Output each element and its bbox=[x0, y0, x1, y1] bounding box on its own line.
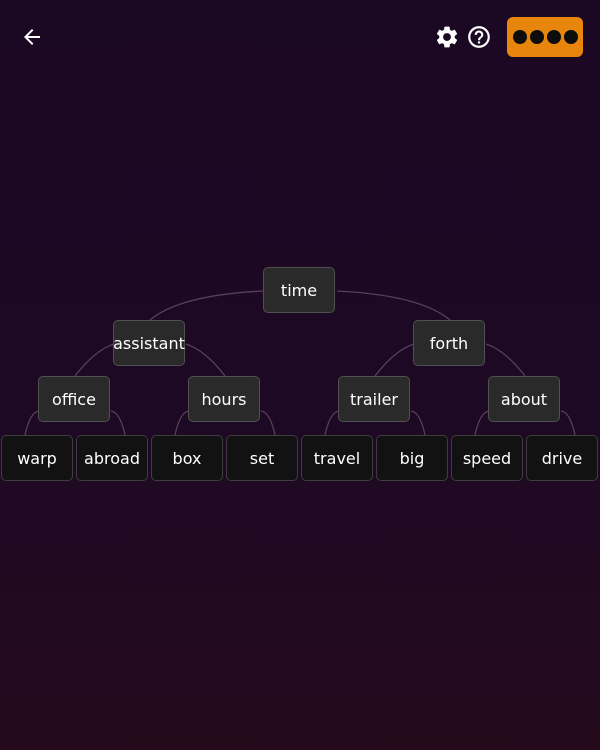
tree-node-level2[interactable]: office bbox=[38, 376, 110, 422]
tree-leaf[interactable]: drive bbox=[526, 435, 598, 481]
tree-connectors bbox=[24, 290, 576, 436]
tree-leaf[interactable]: box bbox=[151, 435, 223, 481]
tree-node-level2[interactable]: hours bbox=[188, 376, 260, 422]
tree-leaf[interactable]: big bbox=[376, 435, 448, 481]
tree-node-level2[interactable]: about bbox=[488, 376, 560, 422]
tree-leaf[interactable]: speed bbox=[451, 435, 523, 481]
tree-node-level2[interactable]: trailer bbox=[338, 376, 410, 422]
tree-leaf[interactable]: abroad bbox=[76, 435, 148, 481]
tree-node-root[interactable]: time bbox=[263, 267, 335, 313]
tree-node-level1[interactable]: assistant bbox=[113, 320, 185, 366]
tree-leaf[interactable]: set bbox=[226, 435, 298, 481]
tree-leaf[interactable]: travel bbox=[301, 435, 373, 481]
tree-leaf[interactable]: warp bbox=[1, 435, 73, 481]
tree-node-level1[interactable]: forth bbox=[413, 320, 485, 366]
